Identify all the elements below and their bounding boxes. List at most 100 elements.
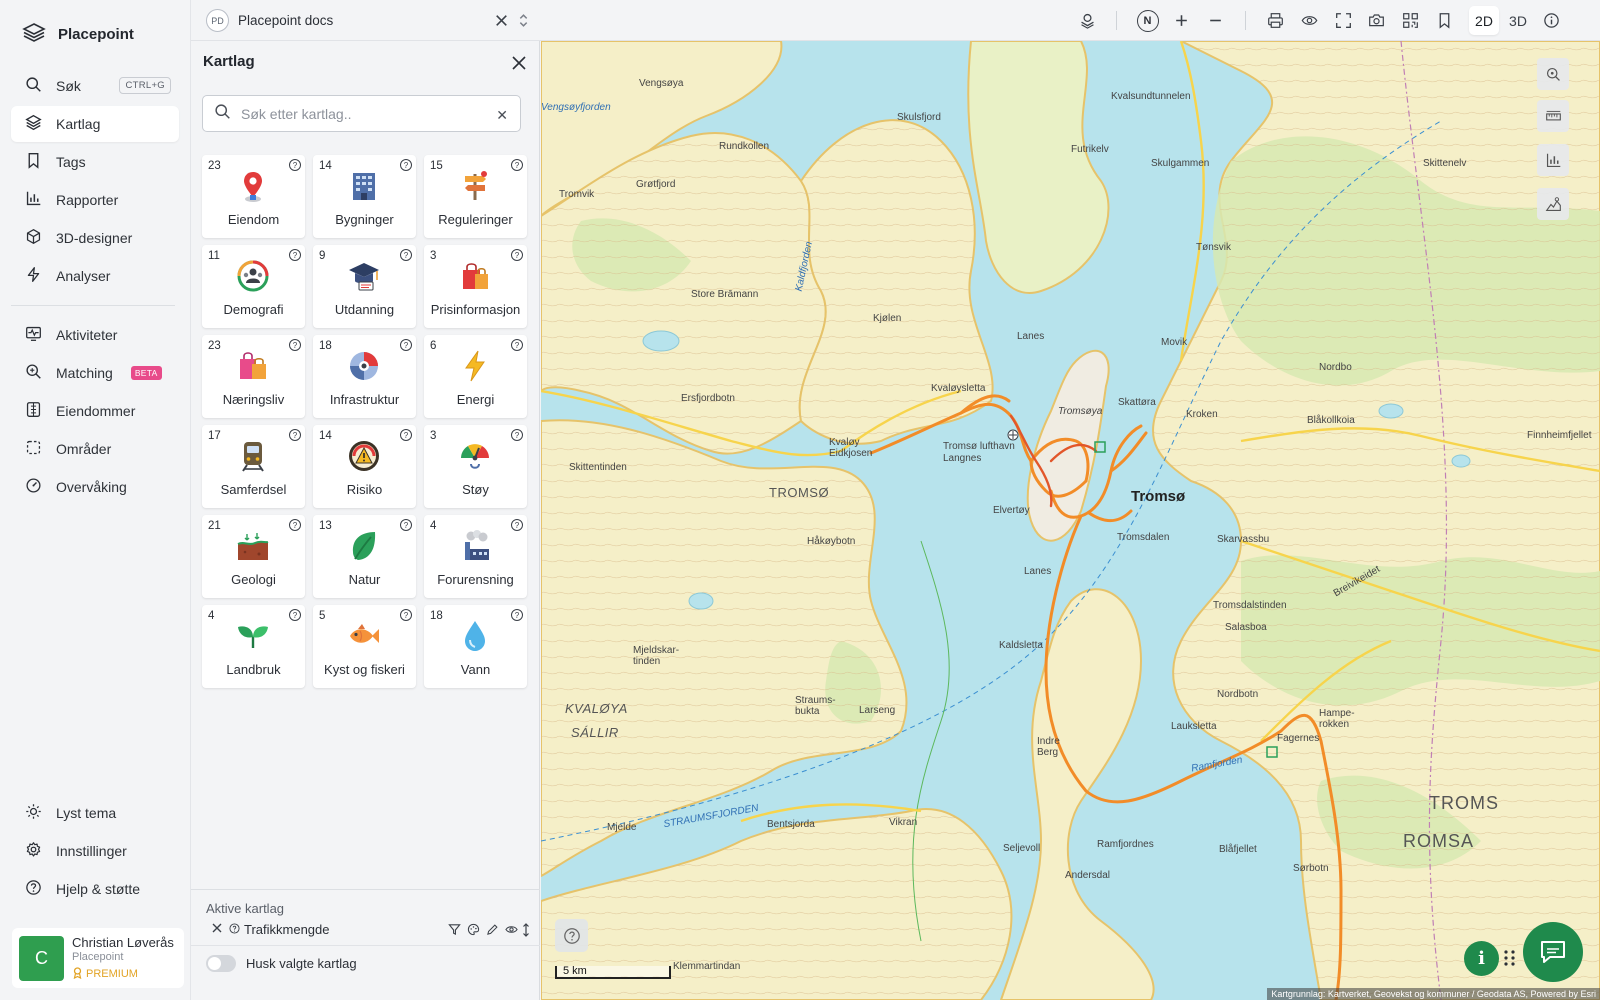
active-layer-row[interactable]: Trafikkmengde (191, 914, 540, 946)
visibility-eye-icon[interactable] (505, 923, 518, 936)
layer-card-eiendom[interactable]: 23 ? Eiendom (202, 155, 305, 238)
help-icon[interactable]: ? (289, 609, 301, 621)
sidebar-item-eiendommer[interactable]: Eiendommer (11, 393, 179, 429)
map-info-button[interactable]: i (1464, 941, 1499, 976)
help-icon[interactable]: ? (400, 429, 412, 441)
compass-north-button[interactable]: N (1135, 8, 1160, 33)
camera-icon[interactable] (1364, 8, 1389, 33)
layer-card-samferdsel[interactable]: 17 ? Samferdsel (202, 425, 305, 508)
layer-count: 6 (430, 340, 437, 352)
layer-card-stoy[interactable]: 3 ? Støy (424, 425, 527, 508)
help-icon[interactable]: ? (289, 339, 301, 351)
mode-3d-button[interactable]: 3D (1503, 6, 1533, 35)
layer-count: 23 (208, 160, 221, 172)
sidebar-item-analyser[interactable]: Analyser (11, 258, 179, 294)
layer-search-input[interactable] (241, 105, 491, 122)
grid-dots-icon[interactable] (1503, 949, 1517, 972)
help-icon[interactable]: ? (400, 519, 412, 531)
user-card[interactable]: C Christian Løverås Placepoint PREMIUM (12, 928, 184, 988)
palette-icon[interactable] (467, 923, 480, 936)
map-search-location-icon[interactable] (1537, 58, 1569, 90)
layer-card-natur[interactable]: 13 ? Natur (313, 515, 416, 598)
fullscreen-icon[interactable] (1331, 8, 1356, 33)
help-icon[interactable]: ? (289, 159, 301, 171)
help-icon[interactable]: ? (511, 429, 523, 441)
map-label: Kaldsletta (999, 640, 1043, 651)
help-icon[interactable]: ? (289, 519, 301, 531)
clear-search-icon[interactable]: ✕ (496, 107, 508, 124)
layer-card-geologi[interactable]: 21 ? Geologi (202, 515, 305, 598)
map-help-button[interactable] (555, 919, 588, 952)
help-icon[interactable]: ? (511, 519, 523, 531)
layer-card-utdanning[interactable]: 9 ? Utdanning (313, 245, 416, 328)
zoom-in-icon[interactable] (1169, 8, 1194, 33)
layer-card-reguleringer[interactable]: 15 ? Reguleringer (424, 155, 527, 238)
layer-card-landbruk[interactable]: 4 ? Landbruk (202, 605, 305, 688)
sidebar-item-tags[interactable]: Tags (11, 144, 179, 180)
layer-card-infrastruktur[interactable]: 18 ? Infrastruktur (313, 335, 416, 418)
layer-card-demografi[interactable]: 11 ? Demografi (202, 245, 305, 328)
brand[interactable]: Placepoint (22, 22, 134, 47)
gear-icon (25, 841, 42, 861)
placepoint-logo-icon (22, 22, 46, 47)
remember-layers-toggle[interactable] (206, 955, 236, 972)
layer-card-risiko[interactable]: 14 ? Risiko (313, 425, 416, 508)
bookmark-icon[interactable] (1432, 8, 1457, 33)
reorder-handle-icon[interactable] (521, 923, 531, 940)
map-view[interactable]: Vengsøya Vengsøyfjorden Rundkollen Grøtf… (541, 41, 1600, 1000)
layer-count: 18 (430, 610, 443, 622)
active-layer-actions (448, 923, 518, 936)
eye-icon[interactable] (1297, 8, 1322, 33)
mode-2d-button[interactable]: 2D (1469, 6, 1499, 35)
edit-icon[interactable] (486, 923, 499, 936)
help-icon[interactable]: ? (400, 159, 412, 171)
elevation-profile-icon[interactable] (1537, 188, 1569, 220)
print-icon[interactable] (1263, 8, 1288, 33)
layer-card-vann[interactable]: 18 ? Vann (424, 605, 527, 688)
measure-ruler-icon[interactable] (1537, 100, 1569, 132)
sidebar-item-rapporter[interactable]: Rapporter (11, 182, 179, 218)
layer-help-icon[interactable] (229, 922, 240, 937)
sidebar-item-lyst-tema[interactable]: Lyst tema (11, 795, 179, 831)
help-icon[interactable]: ? (400, 249, 412, 261)
sidebar-item-3d-designer[interactable]: 3D-designer (11, 220, 179, 256)
main-nav: Søk CTRL+G Kartlag Tags Rapporter 3D-des… (11, 68, 179, 507)
noise-gauge-icon (461, 444, 489, 469)
help-icon[interactable]: ? (289, 429, 301, 441)
sidebar-item-innstillinger[interactable]: Innstillinger (11, 833, 179, 869)
help-icon[interactable]: ? (511, 159, 523, 171)
help-icon[interactable]: ? (511, 609, 523, 621)
info-icon[interactable] (1539, 8, 1564, 33)
map-label: Skittenelv (1423, 158, 1467, 169)
filter-icon[interactable] (448, 923, 461, 936)
sidebar-item-overvaking[interactable]: Overvåking (11, 469, 179, 505)
sidebar-item-hjelp[interactable]: Hjelp & støtte (11, 871, 179, 907)
document-tab[interactable]: PD Placepoint docs (206, 9, 333, 32)
layer-card-naeringsliv[interactable]: 23 ? Næringsliv (202, 335, 305, 418)
statistics-chart-icon[interactable] (1537, 144, 1569, 176)
help-icon[interactable]: ? (289, 249, 301, 261)
help-icon[interactable]: ? (511, 339, 523, 351)
chat-support-button[interactable] (1523, 922, 1583, 982)
remove-layer-icon[interactable] (211, 922, 223, 937)
help-icon[interactable]: ? (400, 609, 412, 621)
infrastructure-icon (350, 352, 378, 380)
zoom-out-icon[interactable] (1203, 8, 1228, 33)
close-panel-icon[interactable] (509, 53, 529, 73)
layer-card-kyst-og-fiskeri[interactable]: 5 ? Kyst og fiskeri (313, 605, 416, 688)
layer-stack-icon[interactable] (1075, 8, 1100, 33)
switch-document-icon[interactable] (511, 8, 536, 33)
layer-card-energi[interactable]: 6 ? Energi (424, 335, 527, 418)
sidebar-item-sok[interactable]: Søk CTRL+G (11, 68, 179, 104)
sidebar-item-matching[interactable]: Matching BETA (11, 355, 179, 391)
sidebar-item-kartlag[interactable]: Kartlag (11, 106, 179, 142)
layer-card-prisinformasjon[interactable]: 3 ? Prisinformasjon (424, 245, 527, 328)
help-icon[interactable]: ? (400, 339, 412, 351)
sidebar-item-aktiviteter[interactable]: Aktiviteter (11, 317, 179, 353)
layer-card-forurensning[interactable]: 4 ? Forurensning (424, 515, 527, 598)
qr-code-icon[interactable] (1398, 8, 1423, 33)
layer-card-bygninger[interactable]: 14 ? Bygninger (313, 155, 416, 238)
map-label: Kvaløysletta (931, 383, 986, 394)
help-icon[interactable]: ? (511, 249, 523, 261)
sidebar-item-omrader[interactable]: Områder (11, 431, 179, 467)
